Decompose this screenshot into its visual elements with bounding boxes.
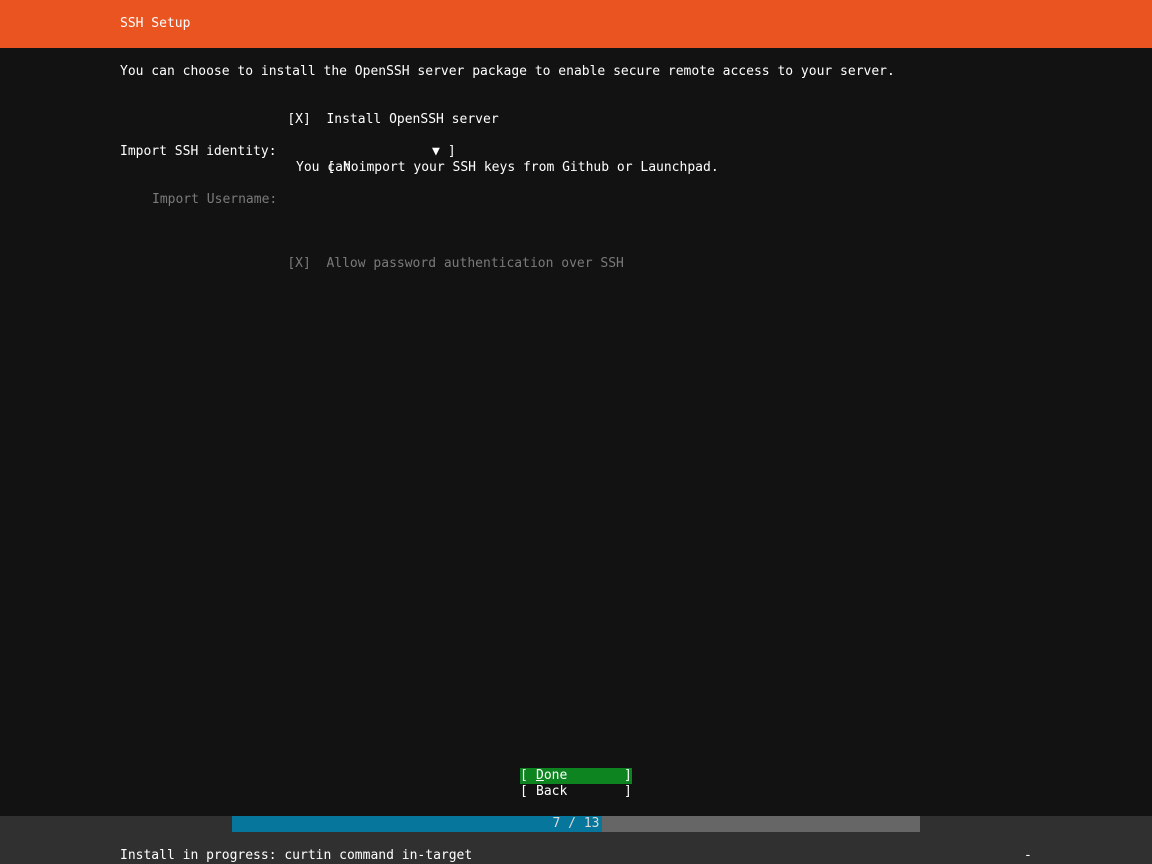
install-openssh-label: Install OpenSSH server [326, 112, 499, 127]
done-hotkey: D [536, 768, 544, 783]
import-username-field[interactable] [296, 192, 596, 208]
page-title: SSH Setup [120, 16, 191, 31]
import-username-label: Import Username: [152, 192, 278, 207]
header-bar: SSH Setup [0, 0, 1152, 48]
allow-password-checkbox[interactable]: [X] [287, 256, 310, 271]
import-identity-help: You can import your SSH keys from Github… [296, 160, 719, 175]
import-identity-select[interactable]: [ No ▼ ] [296, 144, 456, 175]
allow-password-row[interactable]: [X] Allow password authentication over S… [256, 240, 624, 271]
import-identity-label: Import SSH identity: [120, 144, 277, 159]
back-button[interactable]: [ Back ] [520, 784, 632, 800]
install-status-text: Install in progress: curtin command in-t… [120, 848, 473, 863]
done-button[interactable]: [ Done ] [520, 768, 632, 784]
install-openssh-checkbox[interactable]: [X] [287, 112, 310, 127]
back-button-label: Back [536, 784, 568, 799]
intro-text: You can choose to install the OpenSSH se… [120, 64, 895, 79]
spinner-icon: - [1024, 848, 1032, 863]
footer-bar: 7 / 13 Install in progress: curtin comma… [0, 816, 1152, 864]
install-openssh-row[interactable]: [X] Install OpenSSH server [256, 96, 498, 127]
chevron-down-icon: ▼ [432, 144, 440, 159]
allow-password-label: Allow password authentication over SSH [326, 256, 624, 271]
install-progress-bar: 7 / 13 [232, 816, 920, 832]
install-progress-text: 7 / 13 [552, 816, 600, 831]
installer-screen: SSH Setup You can choose to install the … [0, 0, 1152, 864]
